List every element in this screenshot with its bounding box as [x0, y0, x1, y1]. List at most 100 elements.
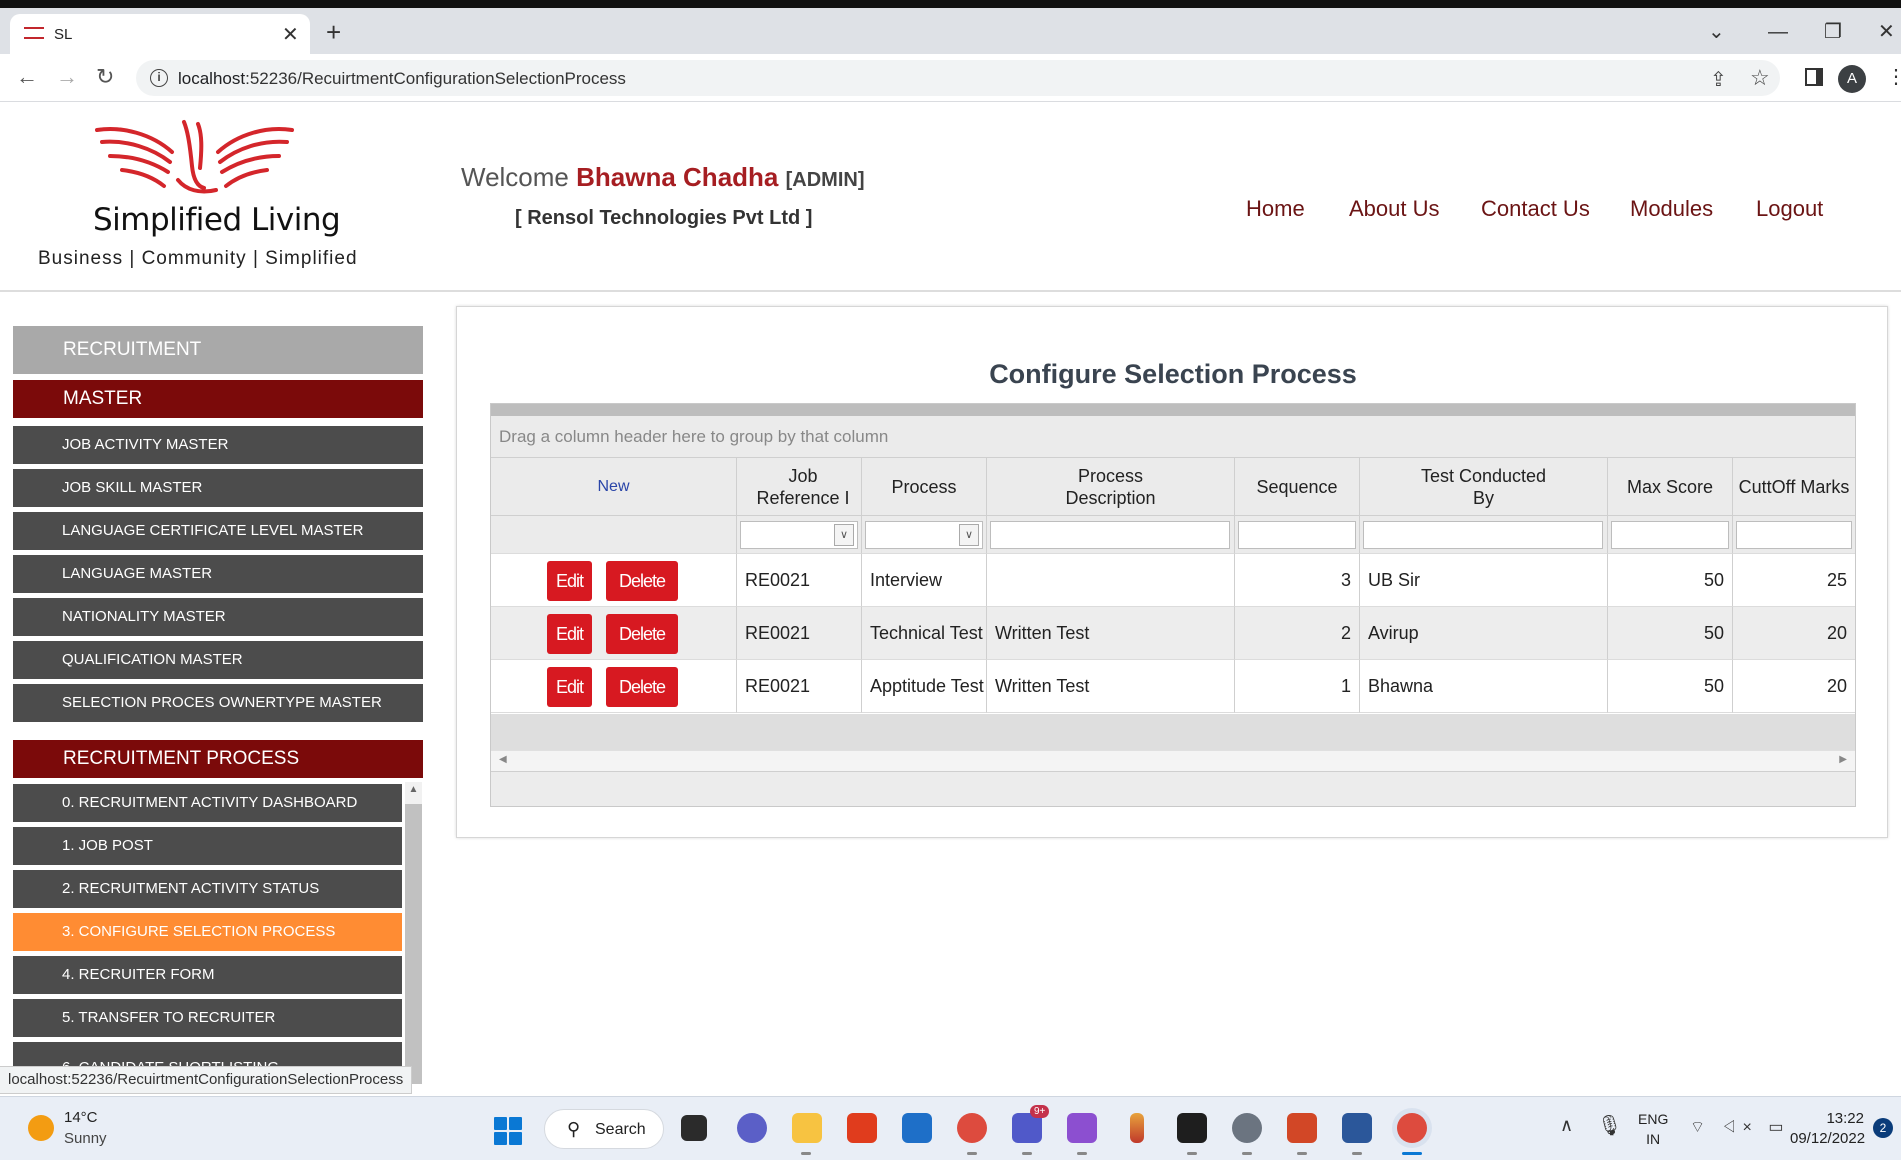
- word-icon[interactable]: [1342, 1113, 1372, 1143]
- share-icon[interactable]: ⇪: [1710, 67, 1727, 92]
- sidebar-item-candidate-shortlisting[interactable]: 6. CANDIDATE SHORTLISTING: [13, 1042, 402, 1066]
- office-icon[interactable]: [847, 1113, 877, 1143]
- new-tab-button[interactable]: +: [326, 19, 341, 45]
- app-running-indicator: [1187, 1152, 1197, 1155]
- tray-wifi-volume-battery-icon[interactable]: ⌔ ◁× ▭: [1690, 1117, 1789, 1137]
- chevron-down-icon[interactable]: ∨: [959, 524, 979, 546]
- notification-badge[interactable]: 2: [1873, 1118, 1893, 1138]
- test-conducted-by-filter-cell: [1360, 516, 1608, 554]
- task-view-icon[interactable]: [681, 1115, 707, 1141]
- chrome-icon[interactable]: [957, 1113, 987, 1143]
- input-language[interactable]: ENG IN: [1638, 1109, 1668, 1149]
- sidebar-item-job-activity-master[interactable]: JOB ACTIVITY MASTER: [13, 426, 423, 464]
- edit-button[interactable]: Edit: [547, 614, 592, 654]
- nav-home[interactable]: Home: [1246, 196, 1305, 222]
- sidebar-master-title[interactable]: MASTER: [13, 380, 423, 418]
- grid-horizontal-scrollbar[interactable]: ◀ ▶: [491, 750, 1855, 772]
- powerpoint-icon[interactable]: [1287, 1113, 1317, 1143]
- settings-gear-icon[interactable]: [1232, 1113, 1262, 1143]
- user-name: Bhawna Chadha: [576, 162, 779, 192]
- max-score-header[interactable]: Max Score: [1608, 458, 1733, 516]
- sun-weather-icon[interactable]: [28, 1115, 54, 1141]
- url-omnibox[interactable]: i localhost:52236/RecuirtmentConfigurati…: [136, 60, 1780, 96]
- chrome-active-icon[interactable]: [1397, 1113, 1427, 1143]
- sidebar-item-language-certificate-level-master[interactable]: LANGUAGE CERTIFICATE LEVEL MASTER: [13, 512, 423, 550]
- sidebar-item-qualification-master[interactable]: QUALIFICATION MASTER: [13, 641, 423, 679]
- scroll-up-arrow-icon[interactable]: ▲: [405, 784, 422, 795]
- sequence-filter-input[interactable]: [1238, 521, 1356, 549]
- site-info-icon[interactable]: i: [150, 69, 168, 87]
- group-by-panel[interactable]: Drag a column header here to group by th…: [491, 416, 1855, 458]
- sidebar-item-language-master[interactable]: LANGUAGE MASTER: [13, 555, 423, 593]
- microphone-icon[interactable]: 🎙: [1597, 1113, 1622, 1138]
- process-description-header[interactable]: Process Description: [987, 458, 1235, 516]
- windows-start-icon[interactable]: [494, 1117, 522, 1145]
- figma-icon[interactable]: [1177, 1113, 1207, 1143]
- nav-modules[interactable]: Modules: [1630, 196, 1713, 222]
- sidebar-item-job-skill-master[interactable]: JOB SKILL MASTER: [13, 469, 423, 507]
- file-explorer-icon[interactable]: [792, 1113, 822, 1143]
- delete-button[interactable]: Delete: [606, 667, 678, 707]
- taskbar: 14°C Sunny ⚲ Search 9+ ∧ 🎙 ENG IN ⌔ ◁× ▭…: [0, 1096, 1901, 1160]
- sidebar-module-title[interactable]: RECRUITMENT: [13, 326, 423, 374]
- reload-icon[interactable]: ↻: [96, 64, 114, 90]
- scroll-left-arrow-icon[interactable]: ◀: [499, 754, 507, 765]
- sidebar-item-recruitment-activity-dashboard[interactable]: 0. RECRUITMENT ACTIVITY DASHBOARD: [13, 784, 402, 822]
- url-host: localhost: [178, 69, 246, 88]
- max-score-filter-input[interactable]: [1611, 521, 1729, 549]
- job-reference-header[interactable]: Job Reference I: [737, 458, 862, 516]
- sidebar-process-title[interactable]: RECRUITMENT PROCESS: [13, 740, 423, 778]
- browser-menu-icon[interactable]: ⋮: [1886, 64, 1901, 90]
- sidebar-item-recruiter-form[interactable]: 4. RECRUITER FORM: [13, 956, 402, 994]
- sidebar-item-nationality-master[interactable]: NATIONALITY MASTER: [13, 598, 423, 636]
- max-score-filter-cell: [1608, 516, 1733, 554]
- minimize-button[interactable]: —: [1768, 22, 1788, 42]
- delete-button[interactable]: Delete: [606, 561, 678, 601]
- visual-studio-icon[interactable]: [1067, 1113, 1097, 1143]
- nav-about-us[interactable]: About Us: [1349, 196, 1440, 222]
- test-conducted-by-header[interactable]: Test Conducted By: [1360, 458, 1608, 516]
- chevron-down-icon[interactable]: ∨: [834, 524, 854, 546]
- test-conducted-by-filter-input[interactable]: [1363, 521, 1603, 549]
- clock[interactable]: 13:22 09/12/2022: [1790, 1109, 1865, 1149]
- taskbar-search[interactable]: ⚲ Search: [544, 1109, 664, 1149]
- restore-button[interactable]: ❐: [1824, 22, 1842, 42]
- tab-search-chevron-icon[interactable]: ⌄: [1708, 22, 1725, 42]
- close-window-button[interactable]: ✕: [1878, 22, 1895, 42]
- bookmark-star-icon[interactable]: ☆: [1750, 65, 1770, 91]
- pencil-app-icon[interactable]: [1130, 1113, 1144, 1143]
- edit-button[interactable]: Edit: [547, 667, 592, 707]
- weather-temperature[interactable]: 14°C: [64, 1109, 98, 1126]
- nav-logout[interactable]: Logout: [1756, 196, 1823, 222]
- chat-icon[interactable]: [737, 1113, 767, 1143]
- cutoff-marks-filter-input[interactable]: [1736, 521, 1852, 549]
- sidebar-item-selection-process-ownertype-master[interactable]: SELECTION PROCES OWNERTYPE MASTER: [13, 684, 423, 722]
- delete-button[interactable]: Delete: [606, 614, 678, 654]
- forward-icon[interactable]: →: [56, 64, 78, 90]
- scroll-right-arrow-icon[interactable]: ▶: [1839, 754, 1847, 765]
- side-panel-icon[interactable]: [1805, 68, 1823, 86]
- search-icon: ⚲: [567, 1119, 581, 1139]
- sidebar-item-transfer-to-recruiter[interactable]: 5. TRANSFER TO RECRUITER: [13, 999, 402, 1037]
- url-text[interactable]: localhost:52236/RecuirtmentConfiguration…: [178, 69, 626, 89]
- cutoff-marks-header[interactable]: CuttOff Marks: [1733, 458, 1855, 516]
- back-icon[interactable]: ←: [16, 64, 38, 90]
- sequence-header[interactable]: Sequence: [1235, 458, 1360, 516]
- table-cell: RE0021: [737, 554, 862, 607]
- edit-button[interactable]: Edit: [547, 561, 592, 601]
- process-description-filter-input[interactable]: [990, 521, 1230, 549]
- weather-condition[interactable]: Sunny: [64, 1130, 107, 1147]
- sidebar-item-recruitment-activity-status[interactable]: 2. RECRUITMENT ACTIVITY STATUS: [13, 870, 402, 908]
- address-bar: ← → ↻ i localhost:52236/RecuirtmentConfi…: [0, 54, 1901, 102]
- browser-tab[interactable]: SL ✕: [10, 14, 310, 54]
- tab-close-icon[interactable]: ✕: [282, 22, 299, 47]
- tray-overflow-chevron-icon[interactable]: ∧: [1560, 1115, 1573, 1136]
- process-header[interactable]: Process: [862, 458, 987, 516]
- new-button[interactable]: New: [597, 476, 629, 498]
- sidebar-item-job-post[interactable]: 1. JOB POST: [13, 827, 402, 865]
- profile-avatar[interactable]: A: [1838, 65, 1866, 93]
- nav-contact-us[interactable]: Contact Us: [1481, 196, 1590, 222]
- sidebar-scroll-thumb[interactable]: [405, 804, 422, 1084]
- sidebar-item-configure-selection-process[interactable]: 3. CONFIGURE SELECTION PROCESS: [13, 913, 402, 951]
- mail-icon[interactable]: [902, 1113, 932, 1143]
